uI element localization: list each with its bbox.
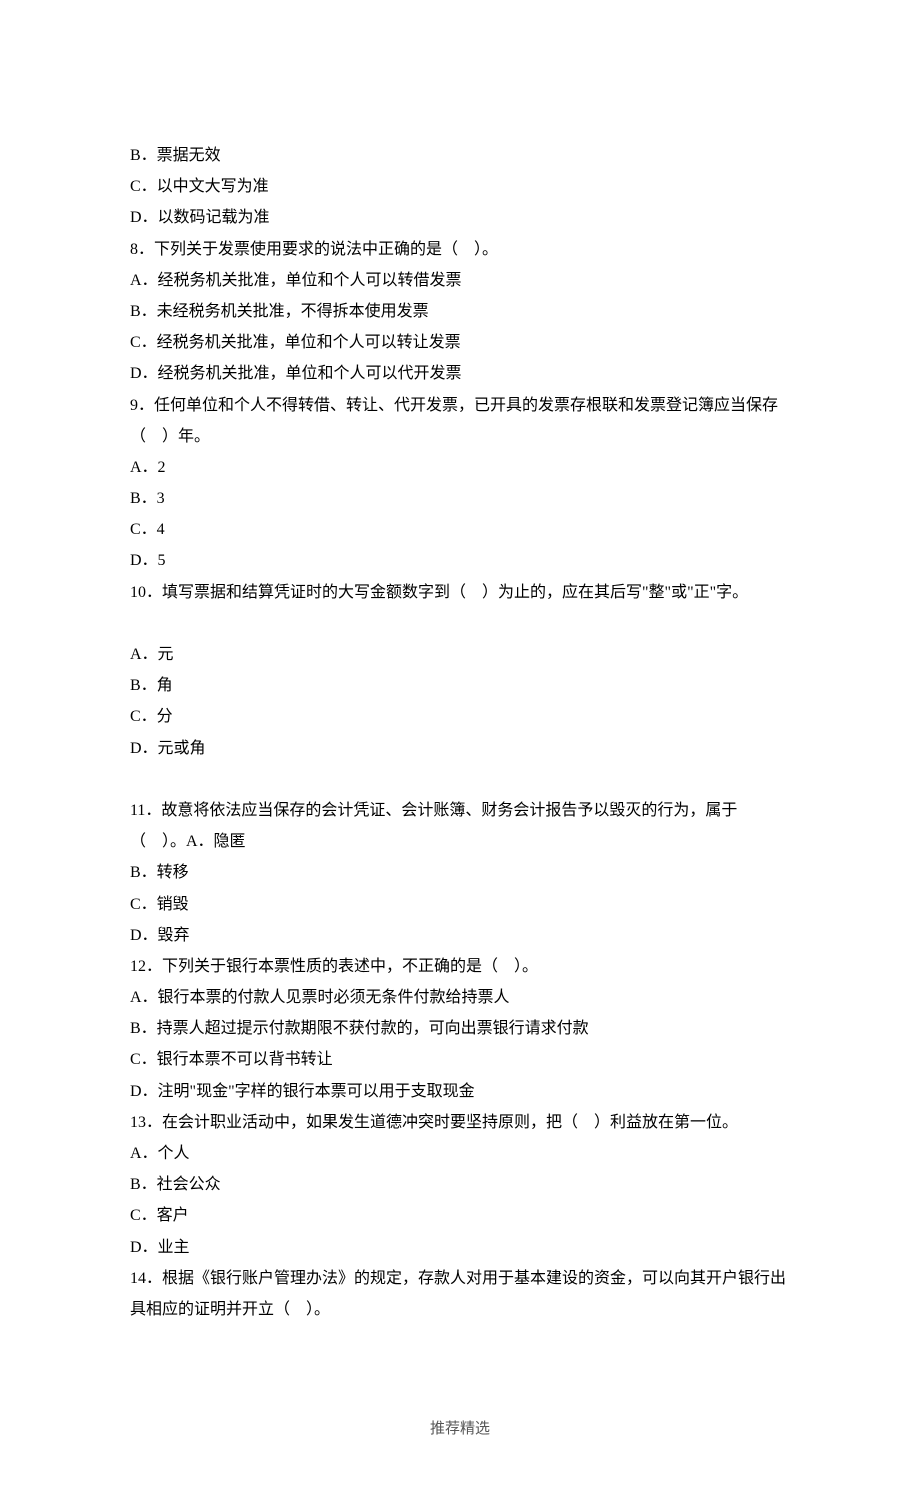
text-line: A．元 bbox=[130, 639, 790, 670]
text-line bbox=[130, 608, 790, 639]
text-line: A．2 bbox=[130, 452, 790, 483]
text-line: 11．故意将依法应当保存的会计凭证、会计账簿、财务会计报告予以毁灭的行为，属于（… bbox=[130, 795, 790, 857]
text-line: 13．在会计职业活动中，如果发生道德冲突时要坚持原则，把（ ）利益放在第一位。 bbox=[130, 1107, 790, 1138]
text-line: C．销毁 bbox=[130, 889, 790, 920]
question-content: B．票据无效C．以中文大写为准D．以数码记载为准8．下列关于发票使用要求的说法中… bbox=[130, 140, 790, 1325]
text-line: 8．下列关于发票使用要求的说法中正确的是（ ）。 bbox=[130, 234, 790, 265]
text-line: C．以中文大写为准 bbox=[130, 171, 790, 202]
text-line: A．银行本票的付款人见票时必须无条件付款给持票人 bbox=[130, 982, 790, 1013]
text-line: D．业主 bbox=[130, 1232, 790, 1263]
text-line: C．分 bbox=[130, 701, 790, 732]
text-line: D．元或角 bbox=[130, 733, 790, 764]
text-line: B．持票人超过提示付款期限不获付款的，可向出票银行请求付款 bbox=[130, 1013, 790, 1044]
text-line: C．经税务机关批准，单位和个人可以转让发票 bbox=[130, 327, 790, 358]
text-line: D．经税务机关批准，单位和个人可以代开发票 bbox=[130, 358, 790, 389]
document-page: B．票据无效C．以中文大写为准D．以数码记载为准8．下列关于发票使用要求的说法中… bbox=[0, 0, 920, 1504]
text-line: B．转移 bbox=[130, 857, 790, 888]
page-footer: 推荐精选 bbox=[130, 1415, 790, 1444]
text-line bbox=[130, 764, 790, 795]
text-line: D．5 bbox=[130, 545, 790, 576]
text-line: C．银行本票不可以背书转让 bbox=[130, 1044, 790, 1075]
text-line: D．以数码记载为准 bbox=[130, 202, 790, 233]
text-line: B．票据无效 bbox=[130, 140, 790, 171]
text-line: 14．根据《银行账户管理办法》的规定，存款人对用于基本建设的资金，可以向其开户银… bbox=[130, 1263, 790, 1325]
text-line: A．经税务机关批准，单位和个人可以转借发票 bbox=[130, 265, 790, 296]
text-line: B．未经税务机关批准，不得拆本使用发票 bbox=[130, 296, 790, 327]
text-line: 10．填写票据和结算凭证时的大写金额数字到（ ）为止的，应在其后写"整"或"正"… bbox=[130, 577, 790, 608]
text-line: 12．下列关于银行本票性质的表述中，不正确的是（ ）。 bbox=[130, 951, 790, 982]
text-line: A．个人 bbox=[130, 1138, 790, 1169]
text-line: D．注明"现金"字样的银行本票可以用于支取现金 bbox=[130, 1076, 790, 1107]
text-line: D．毁弃 bbox=[130, 920, 790, 951]
text-line: B．角 bbox=[130, 670, 790, 701]
text-line: 9．任何单位和个人不得转借、转让、代开发票，已开具的发票存根联和发票登记簿应当保… bbox=[130, 390, 790, 452]
text-line: C．客户 bbox=[130, 1200, 790, 1231]
text-line: B．3 bbox=[130, 483, 790, 514]
text-line: B．社会公众 bbox=[130, 1169, 790, 1200]
text-line: C．4 bbox=[130, 514, 790, 545]
